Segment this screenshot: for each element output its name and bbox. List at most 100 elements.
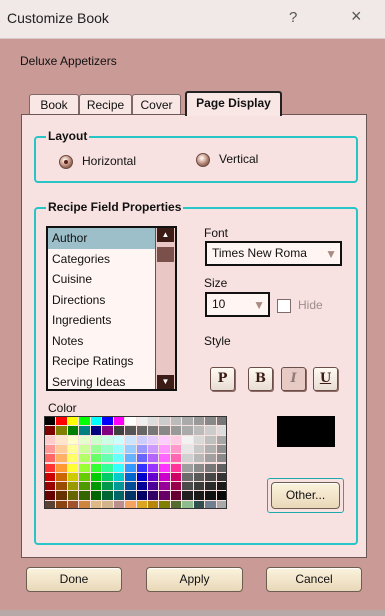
color-swatch[interactable] [193,454,205,463]
color-swatch[interactable] [45,435,56,444]
color-swatch[interactable] [216,426,226,435]
radio-horizontal[interactable] [59,155,73,169]
color-swatch[interactable] [147,417,159,426]
color-swatch[interactable] [182,500,193,508]
color-swatch[interactable] [136,454,147,463]
color-swatch[interactable] [79,482,90,491]
scroll-down-icon[interactable]: ▼ [157,375,174,389]
color-swatch[interactable] [136,417,147,426]
color-swatch[interactable] [90,417,102,426]
color-swatch[interactable] [205,454,216,463]
color-swatch[interactable] [56,482,67,491]
color-swatch[interactable] [170,435,182,444]
color-swatch[interactable] [90,491,102,500]
color-swatch[interactable] [113,417,125,426]
color-swatch[interactable] [79,435,90,444]
color-swatch[interactable] [56,417,67,426]
color-swatch[interactable] [45,454,56,463]
color-swatch[interactable] [125,472,136,482]
color-swatch[interactable] [56,491,67,500]
color-swatch[interactable] [102,435,113,444]
color-swatch[interactable] [56,463,67,472]
color-swatch[interactable] [56,444,67,454]
color-swatch[interactable] [90,454,102,463]
color-swatch[interactable] [159,444,170,454]
color-swatch[interactable] [90,472,102,482]
color-swatch[interactable] [182,426,193,435]
color-swatch[interactable] [67,435,79,444]
help-icon[interactable]: ? [289,9,297,26]
color-swatch[interactable] [216,500,226,508]
color-swatch[interactable] [102,444,113,454]
color-swatch[interactable] [90,444,102,454]
color-swatch[interactable] [113,472,125,482]
color-swatch[interactable] [113,482,125,491]
color-swatch[interactable] [67,463,79,472]
color-swatch[interactable] [113,491,125,500]
color-swatch[interactable] [182,463,193,472]
color-swatch[interactable] [45,500,56,508]
color-swatch[interactable] [193,463,205,472]
color-swatch[interactable] [102,491,113,500]
color-swatch[interactable] [113,500,125,508]
color-swatch[interactable] [170,482,182,491]
color-swatch[interactable] [216,482,226,491]
color-swatch[interactable] [102,426,113,435]
color-swatch[interactable] [147,482,159,491]
color-swatch[interactable] [113,426,125,435]
underline-style-button[interactable]: U [313,367,338,391]
color-swatch[interactable] [125,417,136,426]
list-scrollbar[interactable]: ▲ ▼ [155,228,175,389]
color-swatch[interactable] [102,500,113,508]
color-swatch[interactable] [205,435,216,444]
apply-button[interactable]: Apply [146,567,243,592]
color-swatch[interactable] [90,426,102,435]
color-swatch[interactable] [79,463,90,472]
size-select[interactable]: 10 ▼ [205,292,270,317]
color-swatch[interactable] [56,454,67,463]
color-swatch[interactable] [67,417,79,426]
color-swatch[interactable] [113,444,125,454]
font-select[interactable]: Times New Roma ▼ [205,241,342,266]
color-swatch[interactable] [79,491,90,500]
color-swatch[interactable] [159,463,170,472]
color-swatch[interactable] [159,500,170,508]
color-swatch[interactable] [102,463,113,472]
color-swatch[interactable] [205,463,216,472]
color-swatch[interactable] [125,463,136,472]
color-swatch[interactable] [147,454,159,463]
color-swatch[interactable] [159,417,170,426]
color-swatch[interactable] [147,491,159,500]
color-swatch[interactable] [102,417,113,426]
color-swatch[interactable] [56,472,67,482]
color-swatch[interactable] [45,426,56,435]
color-swatch[interactable] [125,435,136,444]
color-swatch[interactable] [136,472,147,482]
color-swatch[interactable] [147,500,159,508]
color-swatch[interactable] [159,482,170,491]
color-swatch[interactable] [216,472,226,482]
color-swatch[interactable] [67,482,79,491]
color-swatch[interactable] [193,491,205,500]
color-swatch[interactable] [159,454,170,463]
color-swatch[interactable] [79,472,90,482]
scroll-thumb[interactable] [157,247,174,262]
color-swatch[interactable] [170,417,182,426]
color-swatch[interactable] [193,435,205,444]
color-swatch[interactable] [67,426,79,435]
color-swatch[interactable] [182,472,193,482]
color-swatch[interactable] [205,482,216,491]
color-swatch[interactable] [56,426,67,435]
color-swatch[interactable] [125,426,136,435]
color-swatch[interactable] [79,417,90,426]
color-swatch[interactable] [136,435,147,444]
color-swatch[interactable] [170,491,182,500]
hide-label[interactable]: Hide [298,298,323,312]
color-swatch[interactable] [205,472,216,482]
color-swatch[interactable] [79,500,90,508]
color-swatch[interactable] [102,472,113,482]
cancel-button[interactable]: Cancel [266,567,362,592]
color-swatch[interactable] [147,472,159,482]
tab-book[interactable]: Book [29,94,79,114]
color-swatch[interactable] [67,454,79,463]
